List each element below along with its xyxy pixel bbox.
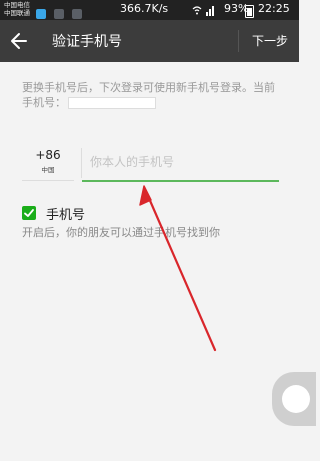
- back-arrow-icon: [11, 33, 27, 49]
- app-bar-divider: [238, 30, 239, 52]
- country-code-selector[interactable]: +86 中国: [22, 148, 74, 174]
- country-code-underline: [22, 180, 74, 181]
- network-speed: 366.7K/s: [120, 2, 169, 15]
- status-time: 22:25: [258, 2, 290, 15]
- phone-separator: [81, 148, 82, 178]
- floating-button-circle: [282, 385, 310, 413]
- notification-icon: [36, 9, 46, 19]
- phone-discoverable-label: 手机号: [46, 208, 86, 223]
- change-phone-hint: 更换手机号后，下次登录可使用新手机号登录。当前手机号：: [22, 80, 280, 110]
- country-code: +86: [35, 148, 61, 162]
- battery-icon: [245, 5, 254, 18]
- carrier-1: 中国电信: [4, 1, 30, 9]
- page-title: 验证手机号: [52, 34, 122, 50]
- notification-icon: [72, 9, 83, 19]
- carrier-info: 中国电信 中国联通: [4, 1, 30, 17]
- floating-assistant-button[interactable]: [272, 372, 316, 426]
- back-button[interactable]: [8, 29, 30, 53]
- masked-current-phone: [68, 97, 156, 109]
- app-bar: 验证手机号 下一步: [0, 20, 299, 62]
- phone-discoverable-checkbox[interactable]: [22, 206, 36, 220]
- next-step-button[interactable]: 下一步: [252, 32, 288, 49]
- status-bar: 中国电信 中国联通 366.7K/s 93% 22:25: [0, 0, 299, 20]
- notification-icon: [54, 9, 65, 19]
- carrier-2: 中国联通: [4, 9, 30, 17]
- phone-number-input[interactable]: [88, 150, 282, 174]
- phone-discoverable-description: 开启后，你的朋友可以通过手机号找到你: [22, 226, 220, 239]
- phone-input-underline: [82, 180, 279, 182]
- checkmark-icon: [24, 209, 34, 217]
- country-name: 中国: [41, 166, 55, 174]
